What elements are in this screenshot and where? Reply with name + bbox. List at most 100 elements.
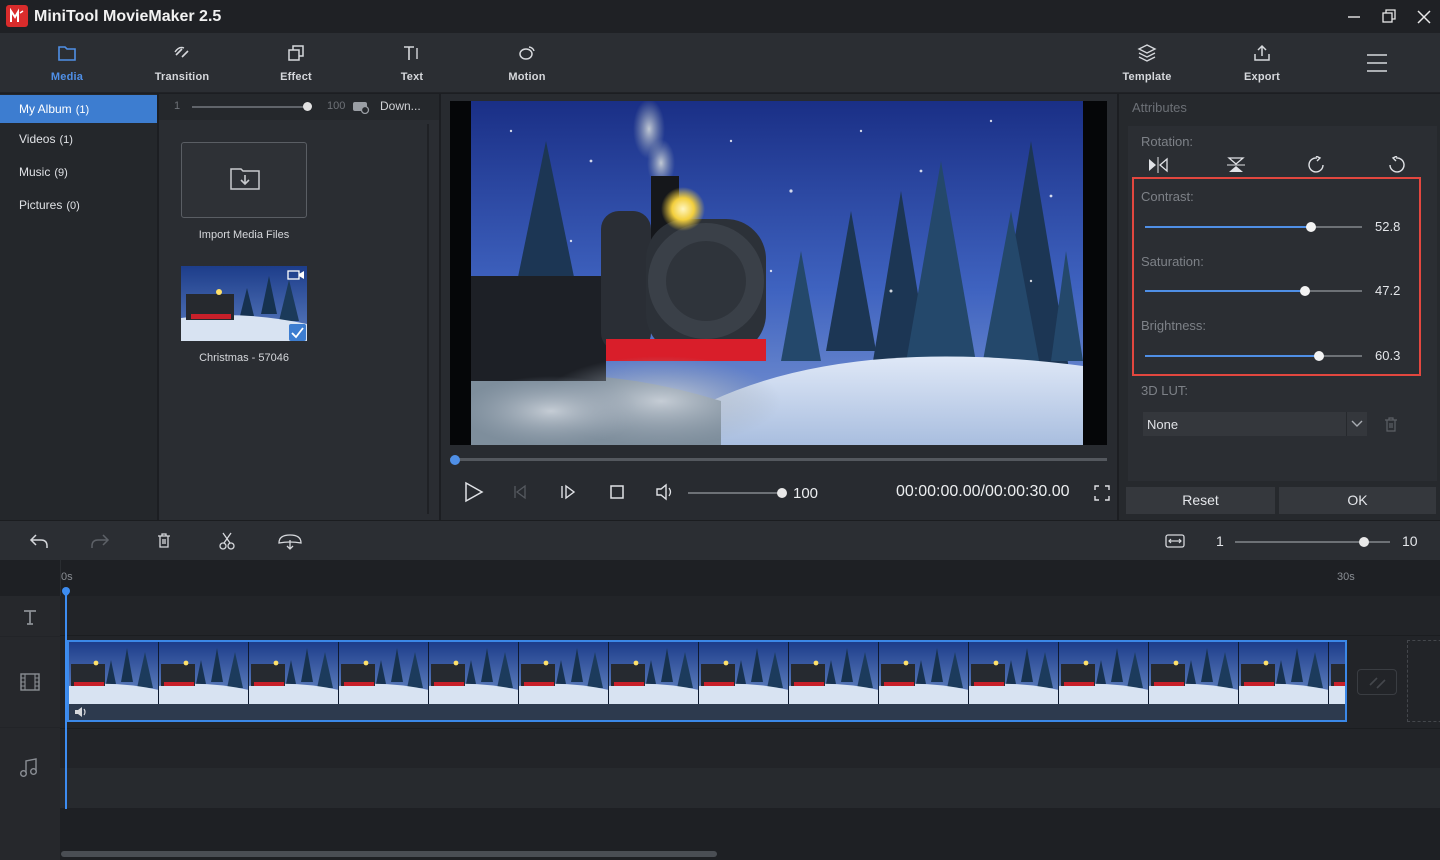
- app-title: MiniTool MovieMaker 2.5: [34, 8, 221, 26]
- lut-select[interactable]: None: [1143, 412, 1367, 436]
- clip-selected-checkbox[interactable]: [289, 324, 306, 341]
- video-clip[interactable]: [67, 640, 1347, 722]
- flip-horizontal-icon[interactable]: [1147, 157, 1169, 173]
- transition-tab[interactable]: Transition: [137, 33, 227, 93]
- fullscreen-icon[interactable]: [1094, 485, 1110, 501]
- rotation-label: Rotation:: [1141, 134, 1193, 149]
- category-my-album[interactable]: My Album (1): [0, 95, 157, 123]
- import-media-button[interactable]: [181, 142, 307, 218]
- text-track-icon: [22, 609, 38, 625]
- clip-label: Christmas - 57046: [159, 352, 329, 364]
- motion-tab-label: Motion: [508, 71, 545, 83]
- download-link[interactable]: Down...: [380, 99, 421, 113]
- transition-icon: [171, 43, 193, 63]
- import-folder-icon: [229, 165, 261, 191]
- attributes-title: Attributes: [1132, 100, 1187, 115]
- thumbnail-size-bar: 1 100 Down...: [159, 94, 439, 120]
- zoom-knob[interactable]: [1359, 537, 1369, 547]
- effect-tab[interactable]: Effect: [251, 33, 341, 93]
- chevron-down-icon: [1351, 419, 1363, 429]
- video-type-icon: [287, 269, 305, 281]
- zoom-min-label: 1: [1216, 533, 1224, 549]
- menu-icon[interactable]: [1365, 52, 1389, 74]
- export-button[interactable]: Export: [1217, 33, 1307, 93]
- music-track[interactable]: [60, 728, 1440, 768]
- video-track-header: [0, 637, 60, 727]
- timecode: 00:00:00.00/00:00:30.00: [896, 483, 1070, 501]
- preview-panel: 100 00:00:00.00/00:00:30.00: [441, 94, 1117, 520]
- thumbnail-size-slider[interactable]: [192, 106, 307, 108]
- export-icon: [1251, 43, 1273, 63]
- previous-frame-icon[interactable]: [512, 484, 528, 500]
- scissors-icon[interactable]: [218, 532, 236, 550]
- restore-icon[interactable]: [1378, 6, 1400, 28]
- clip-volume-icon[interactable]: [73, 706, 89, 718]
- template-button[interactable]: Template: [1102, 33, 1192, 93]
- category-count: (9): [54, 167, 67, 179]
- text-tab[interactable]: Text: [367, 33, 457, 93]
- category-label: My Album: [19, 102, 72, 116]
- delete-icon[interactable]: [156, 532, 172, 549]
- rotate-clockwise-icon[interactable]: [1307, 156, 1327, 174]
- motion-tab[interactable]: Motion: [482, 33, 572, 93]
- category-count: (1): [76, 104, 89, 116]
- transition-slot[interactable]: [1357, 669, 1397, 695]
- template-label: Template: [1122, 71, 1171, 83]
- undo-icon[interactable]: [29, 532, 49, 550]
- app-logo-icon: [6, 5, 28, 27]
- ok-button[interactable]: OK: [1279, 487, 1436, 514]
- rotate-counterclockwise-icon[interactable]: [1386, 156, 1406, 174]
- empty-clip-slot[interactable]: [1407, 640, 1440, 722]
- text-icon: [401, 43, 423, 63]
- flip-vertical-icon[interactable]: [1227, 156, 1245, 174]
- timeline-horizontal-scrollbar[interactable]: [61, 851, 717, 857]
- ruler-start-label: 0s: [61, 571, 73, 583]
- music-track-header: [0, 728, 60, 860]
- volume-slider[interactable]: [688, 492, 783, 494]
- transition-slot-icon: [1367, 674, 1389, 692]
- video-preview[interactable]: [450, 101, 1107, 445]
- fit-icon[interactable]: [1165, 533, 1185, 549]
- export-label: Export: [1244, 71, 1280, 83]
- media-tab[interactable]: Media: [22, 33, 112, 93]
- media-clip-thumbnail[interactable]: [181, 266, 307, 341]
- category-pictures[interactable]: Pictures(0): [0, 191, 157, 224]
- volume-knob[interactable]: [777, 488, 787, 498]
- timeline-zoom-slider[interactable]: [1235, 541, 1390, 543]
- music-track-secondary[interactable]: [60, 768, 1440, 808]
- category-videos[interactable]: Videos(1): [0, 125, 157, 158]
- timeline-toolbar: 1 10: [0, 520, 1440, 560]
- minimize-icon[interactable]: [1343, 6, 1365, 28]
- reset-button[interactable]: Reset: [1126, 487, 1275, 514]
- ruler-end-label: 30s: [1337, 571, 1355, 583]
- volume-icon[interactable]: [655, 483, 675, 501]
- play-icon[interactable]: [463, 481, 485, 503]
- audio-detach-icon[interactable]: [276, 531, 304, 551]
- download-icon[interactable]: [352, 100, 370, 114]
- text-track[interactable]: [60, 596, 1440, 636]
- volume-value: 100: [793, 485, 818, 502]
- redo-icon[interactable]: [90, 532, 110, 550]
- lut-delete-icon[interactable]: [1383, 416, 1399, 433]
- checkmark-icon: [289, 324, 306, 341]
- clip-audio-strip: [69, 704, 1345, 720]
- zoom-max-label: 10: [1402, 533, 1418, 549]
- transition-tab-label: Transition: [155, 71, 210, 83]
- import-media-label: Import Media Files: [159, 229, 329, 241]
- close-icon[interactable]: [1413, 6, 1435, 28]
- size-min-label: 1: [174, 100, 180, 112]
- media-tab-label: Media: [51, 71, 83, 83]
- media-library-panel: 1 100 Down... Import Media Files Christm…: [157, 94, 439, 520]
- next-frame-icon[interactable]: [559, 484, 577, 500]
- lut-selected-value: None: [1147, 417, 1178, 432]
- timeline-ruler[interactable]: 0s 30s: [0, 560, 1440, 596]
- library-category-list: My Album (1) Videos(1) Music(9) Pictures(…: [0, 94, 157, 520]
- library-scrollbar[interactable]: [427, 124, 429, 514]
- stop-icon[interactable]: [609, 484, 625, 500]
- thumbnail-size-knob[interactable]: [303, 102, 312, 111]
- video-track-icon: [20, 673, 40, 691]
- playback-progress-knob[interactable]: [450, 455, 460, 465]
- category-music[interactable]: Music(9): [0, 158, 157, 191]
- playback-progress-bar[interactable]: [450, 458, 1107, 461]
- effect-icon: [285, 43, 307, 63]
